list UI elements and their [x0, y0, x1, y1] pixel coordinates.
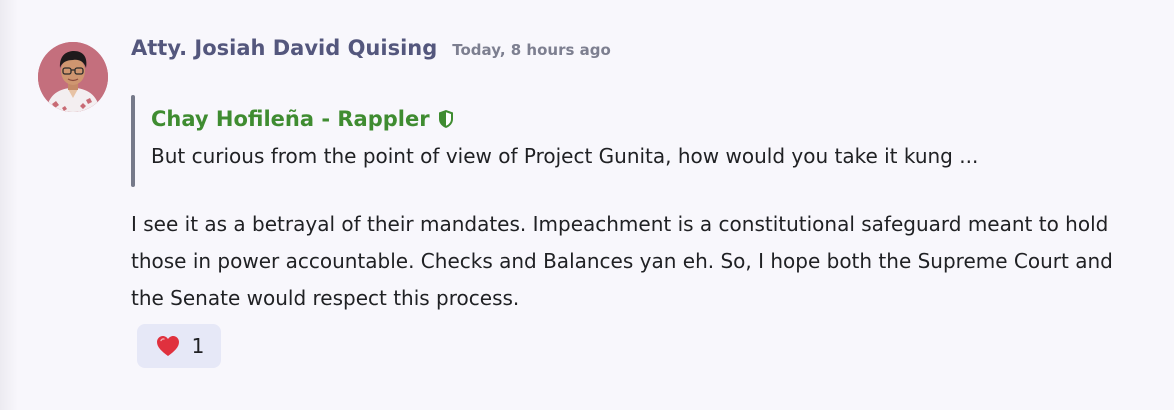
- quoted-author: Chay Hofileña - Rappler: [151, 107, 454, 131]
- quoted-message[interactable]: Chay Hofileña - Rappler But curious from…: [131, 95, 1121, 187]
- reaction-count: 1: [191, 334, 205, 358]
- quoted-text: But curious from the point of view of Pr…: [151, 144, 979, 168]
- avatar[interactable]: [38, 42, 108, 112]
- chat-message: Atty. Josiah David Quising Today, 8 hour…: [0, 0, 1174, 410]
- author-name[interactable]: Atty. Josiah David Quising: [131, 36, 437, 60]
- quote-bar: [131, 95, 135, 187]
- heart-icon: [156, 335, 180, 357]
- shield-icon: [438, 109, 454, 129]
- reaction-heart[interactable]: 1: [137, 324, 221, 368]
- message-body: I see it as a betrayal of their mandates…: [131, 212, 1113, 310]
- message-header: Atty. Josiah David Quising Today, 8 hour…: [131, 36, 611, 66]
- timestamp: Today, 8 hours ago: [452, 41, 611, 59]
- quoted-author-name: Chay Hofileña - Rappler: [151, 107, 430, 131]
